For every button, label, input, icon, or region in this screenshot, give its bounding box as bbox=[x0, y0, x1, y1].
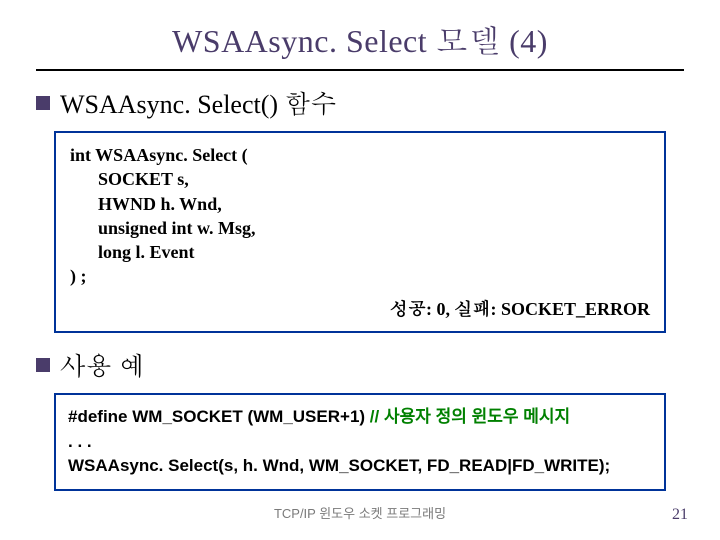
code-param: SOCKET s, bbox=[70, 167, 650, 191]
function-signature-box: int WSAAsync. Select ( SOCKET s, HWND h.… bbox=[54, 131, 666, 333]
footer-text: TCP/IP 윈도우 소켓 프로그래밍 bbox=[0, 503, 720, 522]
code-param: HWND h. Wnd, bbox=[70, 192, 650, 216]
slide: WSAAsync. Select 모델 (4) WSAAsync. Select… bbox=[0, 0, 720, 540]
code-line: #define WM_SOCKET (WM_USER+1) // 사용자 정의 … bbox=[68, 405, 652, 430]
code-line: ) ; bbox=[70, 266, 87, 286]
code-line: int WSAAsync. Select ( bbox=[70, 145, 248, 165]
usage-example-box: #define WM_SOCKET (WM_USER+1) // 사용자 정의 … bbox=[54, 393, 666, 491]
code-line: WSAAsync. Select(s, h. Wnd, WM_SOCKET, F… bbox=[68, 454, 652, 479]
title-rule bbox=[36, 69, 684, 71]
square-bullet-icon bbox=[36, 358, 50, 372]
section-1-heading: WSAAsync. Select() 함수 bbox=[60, 85, 337, 121]
code-comment: // 사용자 정의 윈도우 메시지 bbox=[370, 407, 570, 426]
section-1-heading-row: WSAAsync. Select() 함수 bbox=[36, 85, 684, 121]
square-bullet-icon bbox=[36, 96, 50, 110]
page-number: 21 bbox=[672, 506, 688, 524]
section-2-heading-row: 사용 예 bbox=[36, 347, 684, 383]
code-line: . . . bbox=[68, 430, 652, 455]
slide-title: WSAAsync. Select 모델 (4) bbox=[36, 16, 684, 61]
code-text: #define WM_SOCKET (WM_USER+1) bbox=[68, 407, 370, 426]
return-value-text: 성공: 0, 실패: SOCKET_ERROR bbox=[70, 297, 650, 321]
code-param: unsigned int w. Msg, bbox=[70, 216, 650, 240]
section-2-heading: 사용 예 bbox=[60, 347, 145, 383]
code-param: long l. Event bbox=[70, 240, 650, 264]
